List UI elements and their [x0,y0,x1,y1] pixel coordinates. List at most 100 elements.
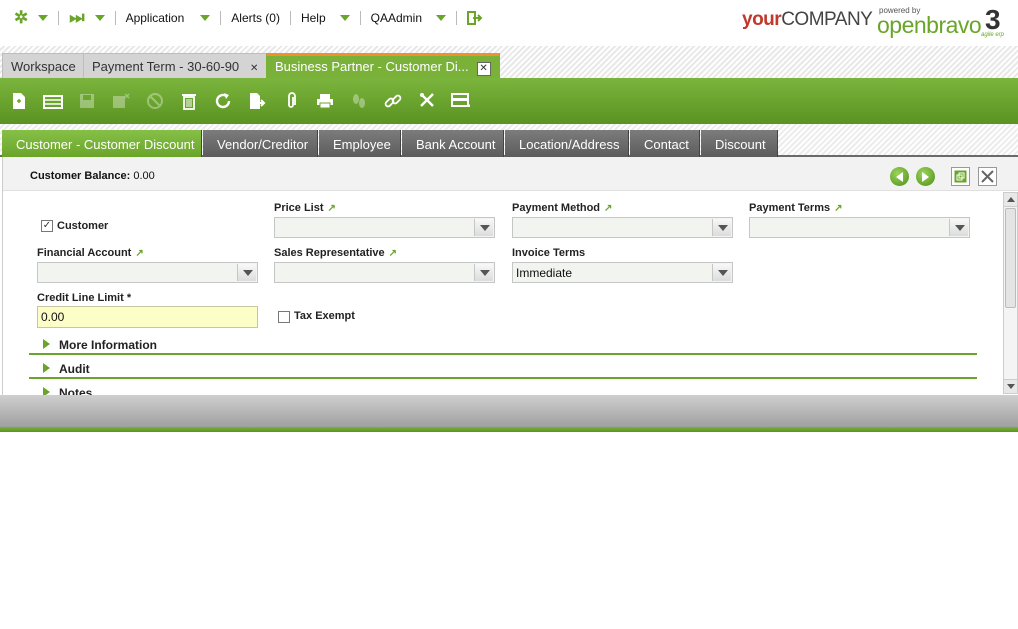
chevron-down-icon[interactable] [237,264,256,281]
openbravo-logo: powered by openbravo 3 agile erp [877,4,1012,40]
credit-limit-label: Credit Line Limit * [37,292,132,304]
form-header: Customer Balance: 0.00 [3,157,1018,191]
chevron-down-icon[interactable] [949,219,968,236]
new-row-icon [43,95,63,109]
arrow-right-icon [922,171,929,182]
scroll-up-icon[interactable] [1004,193,1017,207]
link-arrow-icon[interactable]: ↗ [834,203,842,214]
tab-contact[interactable]: Contact [630,130,700,157]
save-close-icon [113,93,130,108]
chevron-down-icon [339,15,350,21]
new-row-button[interactable] [39,86,67,116]
alerts-link[interactable]: Alerts (0) [225,11,286,25]
tab-payment-term[interactable]: Payment Term - 30-60-90 ✕ [83,53,271,78]
scroll-thumb[interactable] [1005,208,1016,308]
section-audit[interactable]: Audit [29,357,977,379]
tab-label: Contact [644,137,689,152]
user-menu[interactable]: QAAdmin [365,11,452,25]
credit-limit-input[interactable]: 0.00 [37,306,258,328]
divider [359,11,361,25]
tab-vendor-creditor[interactable]: Vendor/Creditor [203,130,318,157]
fast-forward-icon: ⏭ [69,8,85,27]
tab-customer-discount[interactable]: Customer - Customer Discount [2,130,202,157]
logout-button[interactable] [461,11,489,25]
link-icon [384,94,402,108]
invoice-terms-value: Immediate [516,266,573,280]
tab-location-address[interactable]: Location/Address [505,130,629,157]
layout-button[interactable] [447,86,475,116]
divider [220,11,222,25]
top-bar: ✲ ⏭ Application Alerts (0) Help QAAdmin [0,0,1018,46]
previous-record-button[interactable] [890,167,909,186]
customer-checkbox[interactable]: ✓ [41,220,53,232]
payment-terms-label-text: Payment Terms [749,202,831,214]
chevron-down-icon[interactable] [474,219,493,236]
tax-exempt-checkbox[interactable] [278,311,290,323]
undo-button[interactable] [141,86,169,116]
payment-terms-select[interactable] [749,217,970,238]
chevron-down-icon[interactable] [712,264,731,281]
scroll-down-icon[interactable] [1004,379,1017,393]
link-arrow-icon[interactable]: ↗ [604,203,612,214]
tab-workspace[interactable]: Workspace [2,53,85,78]
company-logo-company: COMPANY [781,9,873,30]
audit-trail-button[interactable] [345,86,373,116]
chevron-down-icon[interactable] [474,264,493,281]
section-label: More Information [59,338,157,352]
invoice-terms-select[interactable]: Immediate [512,262,733,283]
print-button[interactable] [311,86,339,116]
tax-exempt-label: Tax Exempt [294,310,355,322]
tab-label: Vendor/Creditor [217,137,309,152]
attachment-button[interactable] [277,86,305,116]
tab-employee[interactable]: Employee [319,130,401,157]
toolbar [0,78,1018,124]
tab-business-partner[interactable]: Business Partner - Customer Di... ✕ [266,53,500,78]
close-form-button[interactable] [978,167,997,186]
close-icon[interactable]: ✕ [476,62,491,76]
tab-discount[interactable]: Discount [701,130,778,157]
help-menu[interactable]: Help [295,11,356,25]
next-record-button[interactable] [916,167,935,186]
tab-label: Bank Account [416,137,496,152]
vertical-scrollbar[interactable] [1003,192,1018,394]
link-arrow-icon[interactable]: ↗ [135,248,143,259]
window-tabs: Workspace Payment Term - 30-60-90 ✕ Busin… [0,46,1018,78]
user-label: QAAdmin [370,11,423,25]
quick-launch-menu[interactable]: ⏭ [63,8,110,27]
section-notes[interactable]: Notes [29,381,977,395]
refresh-icon [215,93,231,109]
new-document-button[interactable] [5,86,33,116]
payment-method-select[interactable] [512,217,733,238]
link-button[interactable] [379,86,407,116]
save-button[interactable] [73,86,101,116]
financial-account-label-text: Financial Account [37,247,132,259]
refresh-button[interactable] [209,86,237,116]
chevron-down-icon[interactable] [712,219,731,236]
chevron-down-icon [200,15,211,21]
tab-label: Payment Term - 30-60-90 [92,59,240,74]
delete-button[interactable] [175,86,203,116]
price-list-select[interactable] [274,217,495,238]
link-arrow-icon[interactable]: ↗ [328,203,336,214]
export-button[interactable] [243,86,271,116]
openbravo-text: openbravo [877,12,982,38]
section-label: Notes [59,386,93,395]
link-arrow-icon[interactable]: ↗ [389,248,397,259]
application-menu[interactable]: Application [120,11,217,25]
help-label: Help [300,11,326,25]
cancel-icon [147,93,163,109]
tools-button[interactable] [413,86,441,116]
sales-rep-select[interactable] [274,262,495,283]
customer-label: Customer [57,220,109,232]
financial-account-select[interactable] [37,262,258,283]
quick-create-menu[interactable]: ✲ [8,9,54,26]
save-close-button[interactable] [107,86,135,116]
tab-label: Employee [333,137,391,152]
maximize-button[interactable] [951,167,970,186]
wrench-icon [420,93,434,107]
section-more-information[interactable]: More Information [29,333,977,355]
tab-bank-account[interactable]: Bank Account [402,130,504,157]
close-icon[interactable]: ✕ [247,62,261,76]
maximize-icon [954,170,967,183]
alerts-label: Alerts (0) [231,11,280,25]
